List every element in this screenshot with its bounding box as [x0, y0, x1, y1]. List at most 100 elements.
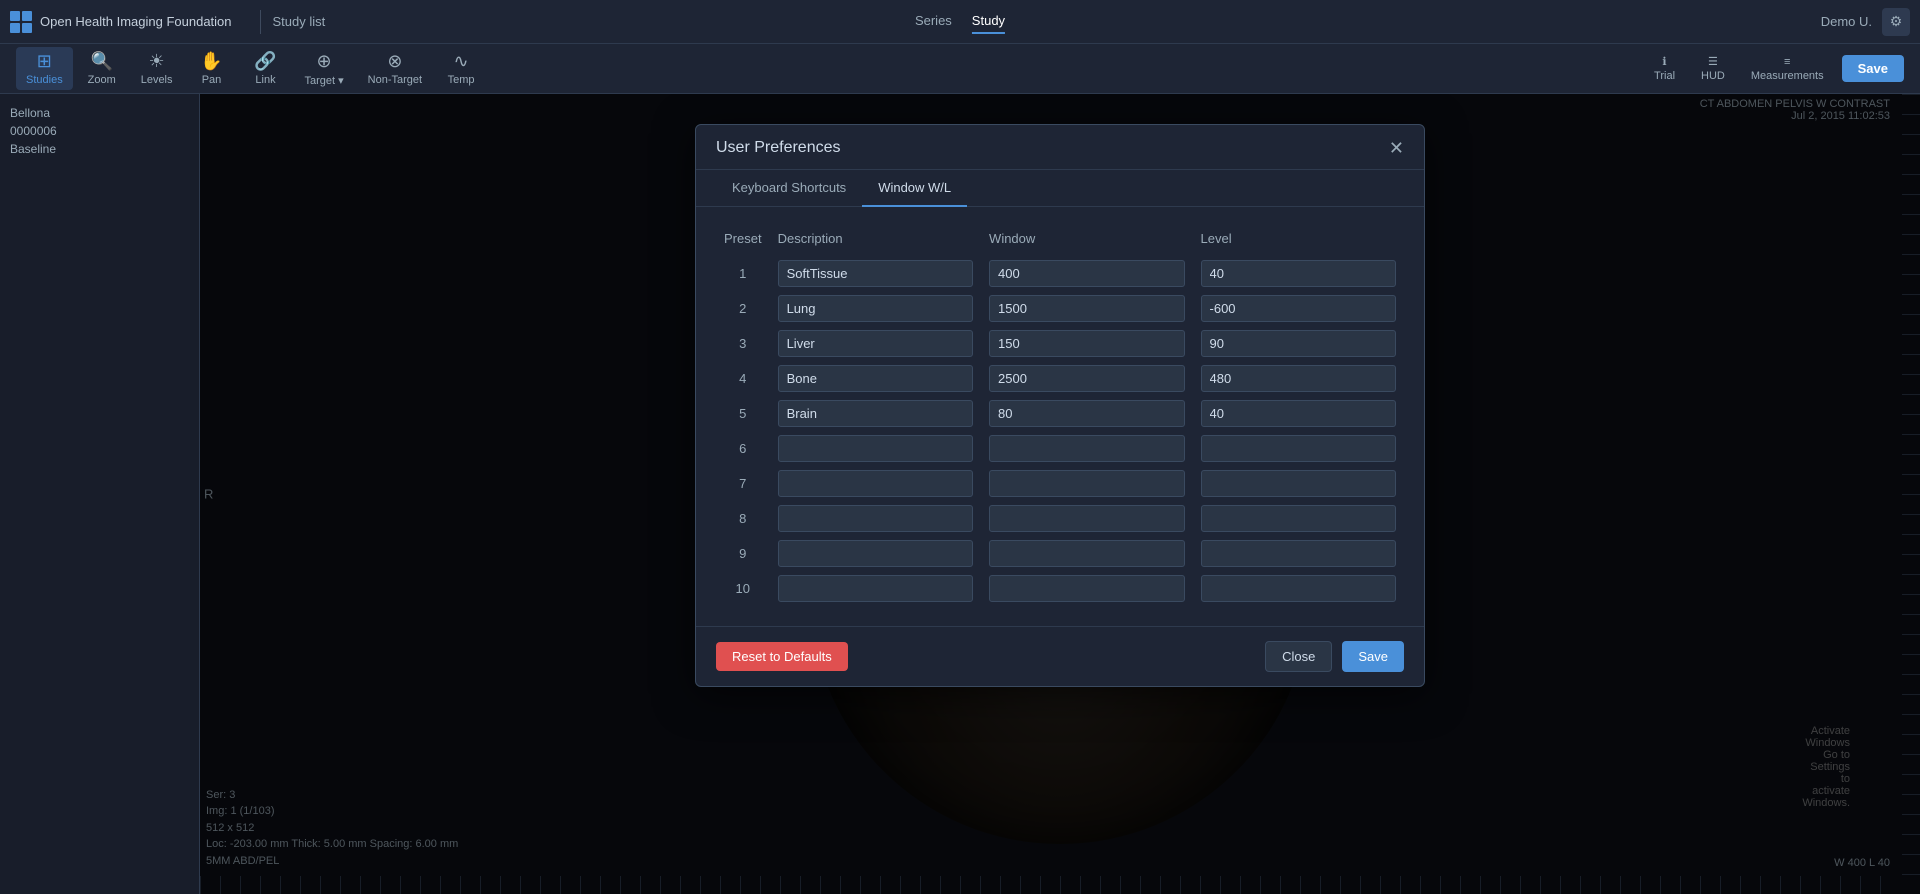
preset-window-cell-7[interactable] [981, 466, 1192, 501]
preset-window-cell-9[interactable] [981, 536, 1192, 571]
toolbar-pan-button[interactable]: ✋ Pan [187, 47, 237, 90]
preset-level-cell-5[interactable] [1193, 396, 1404, 431]
preset-window-input-2[interactable] [989, 295, 1184, 322]
preset-description-input-1[interactable] [778, 260, 973, 287]
preset-description-input-9[interactable] [778, 540, 973, 567]
preset-level-cell-9[interactable] [1193, 536, 1404, 571]
nav-settings-button[interactable]: ⚙ [1882, 8, 1910, 36]
preset-level-cell-4[interactable] [1193, 361, 1404, 396]
preset-description-input-4[interactable] [778, 365, 973, 392]
preset-level-input-6[interactable] [1201, 435, 1396, 462]
nav-tab-series[interactable]: Series [915, 9, 952, 34]
preset-level-cell-8[interactable] [1193, 501, 1404, 536]
preset-window-cell-5[interactable] [981, 396, 1192, 431]
preset-level-cell-6[interactable] [1193, 431, 1404, 466]
preset-level-input-8[interactable] [1201, 505, 1396, 532]
preset-window-cell-8[interactable] [981, 501, 1192, 536]
study-list-button[interactable]: Study list [273, 14, 326, 29]
preset-window-cell-3[interactable] [981, 326, 1192, 361]
nav-tab-study[interactable]: Study [972, 9, 1005, 34]
preset-description-cell-3[interactable] [770, 326, 981, 361]
preset-description-input-7[interactable] [778, 470, 973, 497]
preset-window-cell-4[interactable] [981, 361, 1192, 396]
preset-description-input-10[interactable] [778, 575, 973, 602]
toolbar-zoom-button[interactable]: 🔍 Zoom [77, 47, 127, 90]
preset-level-input-3[interactable] [1201, 330, 1396, 357]
modal-title: User Preferences [716, 139, 841, 157]
toolbar-nontarget-button[interactable]: ⊗ Non-Target [358, 47, 432, 90]
preset-window-input-8[interactable] [989, 505, 1184, 532]
preset-description-input-3[interactable] [778, 330, 973, 357]
toolbar-trial-button[interactable]: ℹ Trial [1646, 51, 1683, 86]
hud-icon: ☰ [1708, 55, 1718, 68]
preset-level-input-7[interactable] [1201, 470, 1396, 497]
zoom-icon: 🔍 [90, 51, 112, 72]
preset-level-cell-7[interactable] [1193, 466, 1404, 501]
toolbar-levels-button[interactable]: ☀ Levels [131, 47, 183, 90]
preset-window-cell-1[interactable] [981, 256, 1192, 291]
preset-window-input-5[interactable] [989, 400, 1184, 427]
table-row: 5 [716, 396, 1404, 431]
table-row: 2 [716, 291, 1404, 326]
toolbar-measurements-button[interactable]: ≡ Measurements [1743, 52, 1832, 86]
preset-description-input-8[interactable] [778, 505, 973, 532]
preset-window-input-4[interactable] [989, 365, 1184, 392]
preset-window-input-6[interactable] [989, 435, 1184, 462]
preset-description-input-6[interactable] [778, 435, 973, 462]
preset-level-input-1[interactable] [1201, 260, 1396, 287]
preset-window-input-10[interactable] [989, 575, 1184, 602]
user-preferences-modal: User Preferences ✕ Keyboard Shortcuts Wi… [695, 124, 1425, 687]
preset-window-input-7[interactable] [989, 470, 1184, 497]
preset-window-input-1[interactable] [989, 260, 1184, 287]
reset-defaults-button[interactable]: Reset to Defaults [716, 642, 848, 671]
preset-description-cell-8[interactable] [770, 501, 981, 536]
preset-description-cell-6[interactable] [770, 431, 981, 466]
preset-level-cell-10[interactable] [1193, 571, 1404, 606]
top-nav: Open Health Imaging Foundation Study lis… [0, 0, 1920, 44]
table-row: 8 [716, 501, 1404, 536]
toolbar-save-button[interactable]: Save [1842, 55, 1904, 82]
preset-description-cell-1[interactable] [770, 256, 981, 291]
info-icon: ℹ [1662, 55, 1666, 68]
table-row: 1 [716, 256, 1404, 291]
modal-close-button[interactable]: ✕ [1389, 139, 1404, 157]
table-row: 7 [716, 466, 1404, 501]
sidebar-label: Baseline [10, 140, 189, 158]
preset-level-input-2[interactable] [1201, 295, 1396, 322]
preset-window-input-3[interactable] [989, 330, 1184, 357]
preset-level-input-9[interactable] [1201, 540, 1396, 567]
preset-description-input-2[interactable] [778, 295, 973, 322]
preset-description-cell-5[interactable] [770, 396, 981, 431]
preset-level-cell-2[interactable] [1193, 291, 1404, 326]
preset-level-cell-1[interactable] [1193, 256, 1404, 291]
toolbar-hud-button[interactable]: ☰ HUD [1693, 51, 1733, 86]
gear-icon: ⚙ [1890, 13, 1903, 30]
table-row: 3 [716, 326, 1404, 361]
toolbar-studies-button[interactable]: ⊞ Studies [16, 47, 73, 90]
table-row: 9 [716, 536, 1404, 571]
toolbar-target-button[interactable]: ⊕ Target ▾ [295, 47, 354, 91]
preset-window-cell-6[interactable] [981, 431, 1192, 466]
toolbar-link-button[interactable]: 🔗 Link [241, 47, 291, 90]
preset-description-cell-9[interactable] [770, 536, 981, 571]
preset-level-cell-3[interactable] [1193, 326, 1404, 361]
toolbar-temp-button[interactable]: ∿ Temp [436, 47, 486, 90]
tab-window-wl[interactable]: Window W/L [862, 170, 967, 207]
preset-window-cell-2[interactable] [981, 291, 1192, 326]
preset-description-cell-7[interactable] [770, 466, 981, 501]
nav-divider [260, 10, 261, 34]
modal-footer-save-button[interactable]: Save [1342, 641, 1404, 672]
preset-level-input-4[interactable] [1201, 365, 1396, 392]
preset-level-input-10[interactable] [1201, 575, 1396, 602]
preset-description-cell-4[interactable] [770, 361, 981, 396]
preset-level-input-5[interactable] [1201, 400, 1396, 427]
preset-description-cell-2[interactable] [770, 291, 981, 326]
preset-description-input-5[interactable] [778, 400, 973, 427]
preset-window-cell-10[interactable] [981, 571, 1192, 606]
preset-description-cell-10[interactable] [770, 571, 981, 606]
footer-right-buttons: Close Save [1265, 641, 1404, 672]
preset-window-input-9[interactable] [989, 540, 1184, 567]
tab-keyboard-shortcuts[interactable]: Keyboard Shortcuts [716, 170, 862, 207]
modal-footer-close-button[interactable]: Close [1265, 641, 1332, 672]
preset-number-9: 9 [716, 536, 770, 571]
